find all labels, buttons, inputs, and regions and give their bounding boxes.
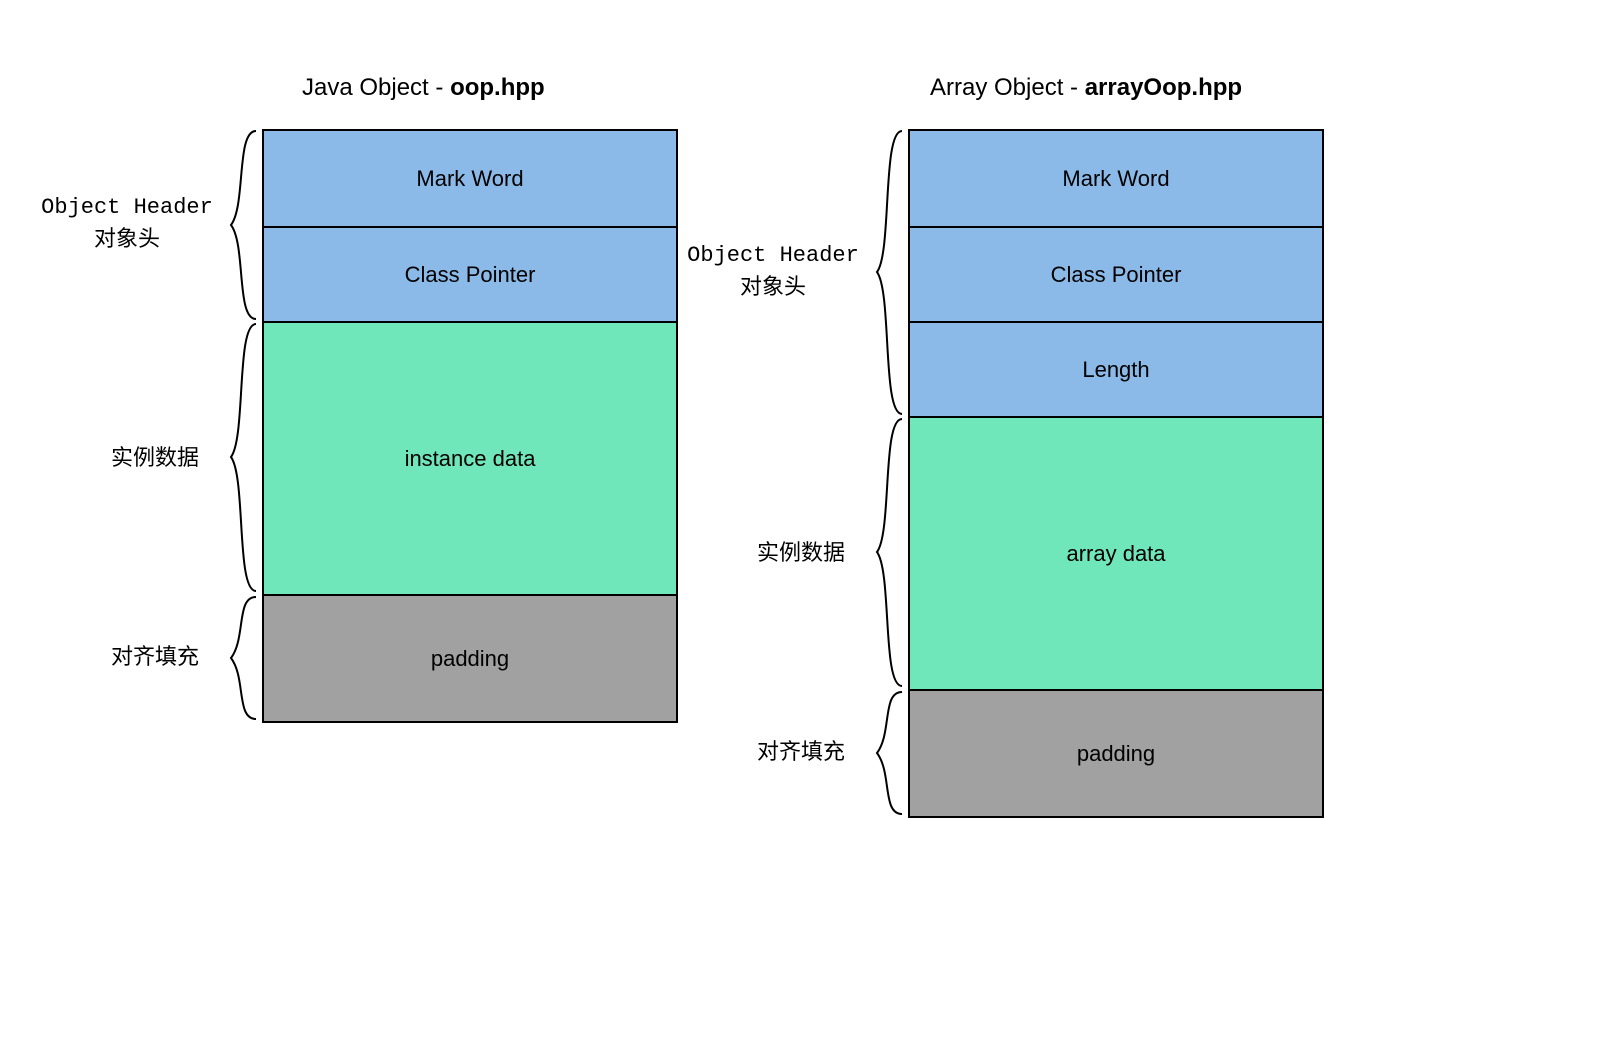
left-stack: Mark Word Class Pointer instance data pa… — [262, 129, 678, 723]
right-title-prefix: Array Object - — [930, 74, 1085, 101]
brace-right-instance — [867, 417, 902, 688]
right-cell-classpointer: Class Pointer — [910, 226, 1322, 321]
right-cell-length: Length — [910, 321, 1322, 416]
brace-left-padding — [221, 595, 256, 721]
left-cell-markword: Mark Word — [264, 131, 676, 226]
right-header-label-en: Object Header — [683, 241, 863, 272]
right-title-bold: arrayOop.hpp — [1085, 74, 1242, 101]
right-padding-label: 对齐填充 — [741, 737, 861, 768]
brace-right-padding — [867, 690, 902, 816]
right-header-label: Object Header 对象头 — [683, 241, 863, 303]
left-title: Java Object - oop.hpp — [302, 74, 545, 102]
left-cell-padding: padding — [264, 594, 676, 721]
brace-left-instance — [221, 322, 256, 593]
right-header-label-cn: 对象头 — [683, 272, 863, 303]
right-cell-padding: padding — [910, 689, 1322, 816]
left-instance-label: 实例数据 — [95, 443, 215, 474]
right-cell-arraydata: array data — [910, 416, 1322, 689]
left-cell-instancedata: instance data — [264, 321, 676, 594]
right-instance-label: 实例数据 — [741, 538, 861, 569]
left-cell-classpointer: Class Pointer — [264, 226, 676, 321]
left-header-label: Object Header 对象头 — [37, 193, 217, 255]
right-stack: Mark Word Class Pointer Length array dat… — [908, 129, 1324, 818]
left-header-label-cn: 对象头 — [37, 224, 217, 255]
left-title-bold: oop.hpp — [450, 74, 545, 101]
right-title: Array Object - arrayOop.hpp — [930, 74, 1242, 102]
right-cell-markword: Mark Word — [910, 131, 1322, 226]
left-header-label-en: Object Header — [37, 193, 217, 224]
left-title-prefix: Java Object - — [302, 74, 450, 101]
brace-right-header — [867, 129, 902, 416]
left-padding-label: 对齐填充 — [95, 642, 215, 673]
brace-left-header — [221, 129, 256, 321]
diagram-canvas: Java Object - oop.hpp Mark Word Class Po… — [0, 0, 1608, 1064]
